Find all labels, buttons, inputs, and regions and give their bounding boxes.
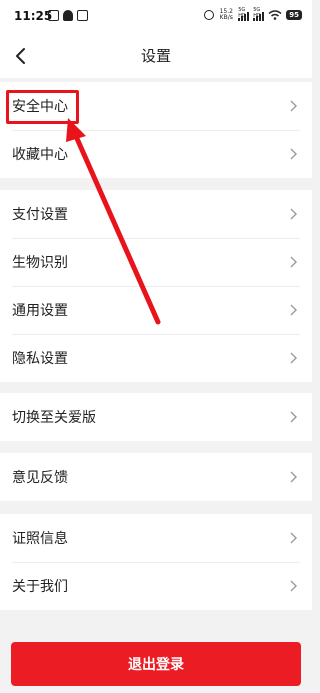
- settings-group-care-mode: 切换至关爱版: [0, 393, 312, 441]
- system-icons: 15.2 KB/s 5G HD 5G HD 95: [204, 6, 302, 21]
- menu-item-biometrics[interactable]: 生物识别: [0, 238, 312, 286]
- menu-item-privacy-settings[interactable]: 隐私设置: [0, 334, 312, 382]
- menu-item-label: 支付设置: [12, 207, 68, 223]
- network-speed: 15.2 KB/s: [218, 9, 234, 21]
- menu-item-license-info[interactable]: 证照信息: [0, 514, 312, 562]
- settings-group-feedback: 意见反馈: [0, 453, 312, 501]
- chevron-right-icon: [290, 352, 297, 364]
- chevron-right-icon: [290, 471, 297, 483]
- menu-item-general-settings[interactable]: 通用设置: [0, 286, 312, 334]
- page-title: 设置: [140, 47, 171, 65]
- alarm-icon: [204, 10, 215, 20]
- menu-item-payment-settings[interactable]: 支付设置: [0, 190, 312, 238]
- chevron-right-icon: [290, 304, 297, 316]
- battery-icon: 95: [286, 10, 302, 20]
- signal-icon: 5G HD: [253, 6, 265, 21]
- bell-icon: [63, 10, 73, 21]
- menu-item-care-mode[interactable]: 切换至关爱版: [0, 393, 312, 441]
- menu-item-security-center[interactable]: 安全中心: [0, 82, 312, 130]
- chevron-right-icon: [290, 411, 297, 423]
- settings-group-account: 安全中心 收藏中心: [0, 82, 312, 178]
- nav-bar: 设置: [0, 34, 312, 78]
- menu-item-label: 证照信息: [12, 531, 68, 547]
- network-speed-unit: KB/s: [219, 14, 233, 21]
- menu-item-favorites-center[interactable]: 收藏中心: [0, 130, 312, 178]
- app-notification-icon: [77, 10, 88, 21]
- sim2-label: 5G HD: [253, 6, 261, 19]
- chevron-right-icon: [290, 148, 297, 160]
- signal-icon: 5G HD: [238, 6, 250, 21]
- app-notification-icon: [48, 10, 59, 21]
- notification-icons: [48, 10, 88, 21]
- settings-group-about: 证照信息 关于我们: [0, 514, 312, 610]
- chevron-right-icon: [290, 532, 297, 544]
- menu-item-label: 切换至关爱版: [12, 410, 96, 426]
- menu-item-label: 意见反馈: [12, 470, 68, 486]
- status-bar: 11:25 15.2 KB/s 5G HD 5G HD 95: [0, 0, 312, 34]
- menu-item-label: 通用设置: [12, 303, 68, 319]
- chevron-right-icon: [290, 208, 297, 220]
- menu-item-feedback[interactable]: 意见反馈: [0, 453, 312, 501]
- logout-button[interactable]: 退出登录: [11, 642, 301, 686]
- chevron-right-icon: [290, 580, 297, 592]
- menu-item-label: 隐私设置: [12, 351, 68, 367]
- menu-item-about-us[interactable]: 关于我们: [0, 562, 312, 610]
- chevron-right-icon: [290, 256, 297, 268]
- menu-item-label: 生物识别: [12, 255, 68, 271]
- status-time: 11:25: [14, 9, 53, 23]
- menu-item-label: 收藏中心: [12, 147, 68, 163]
- settings-group-general: 支付设置 生物识别 通用设置 隐私设置: [0, 190, 312, 382]
- menu-item-label: 关于我们: [12, 579, 68, 595]
- menu-item-label: 安全中心: [12, 99, 68, 115]
- sim1-label: 5G HD: [238, 6, 246, 19]
- chevron-right-icon: [290, 100, 297, 112]
- wifi-icon: [268, 10, 282, 20]
